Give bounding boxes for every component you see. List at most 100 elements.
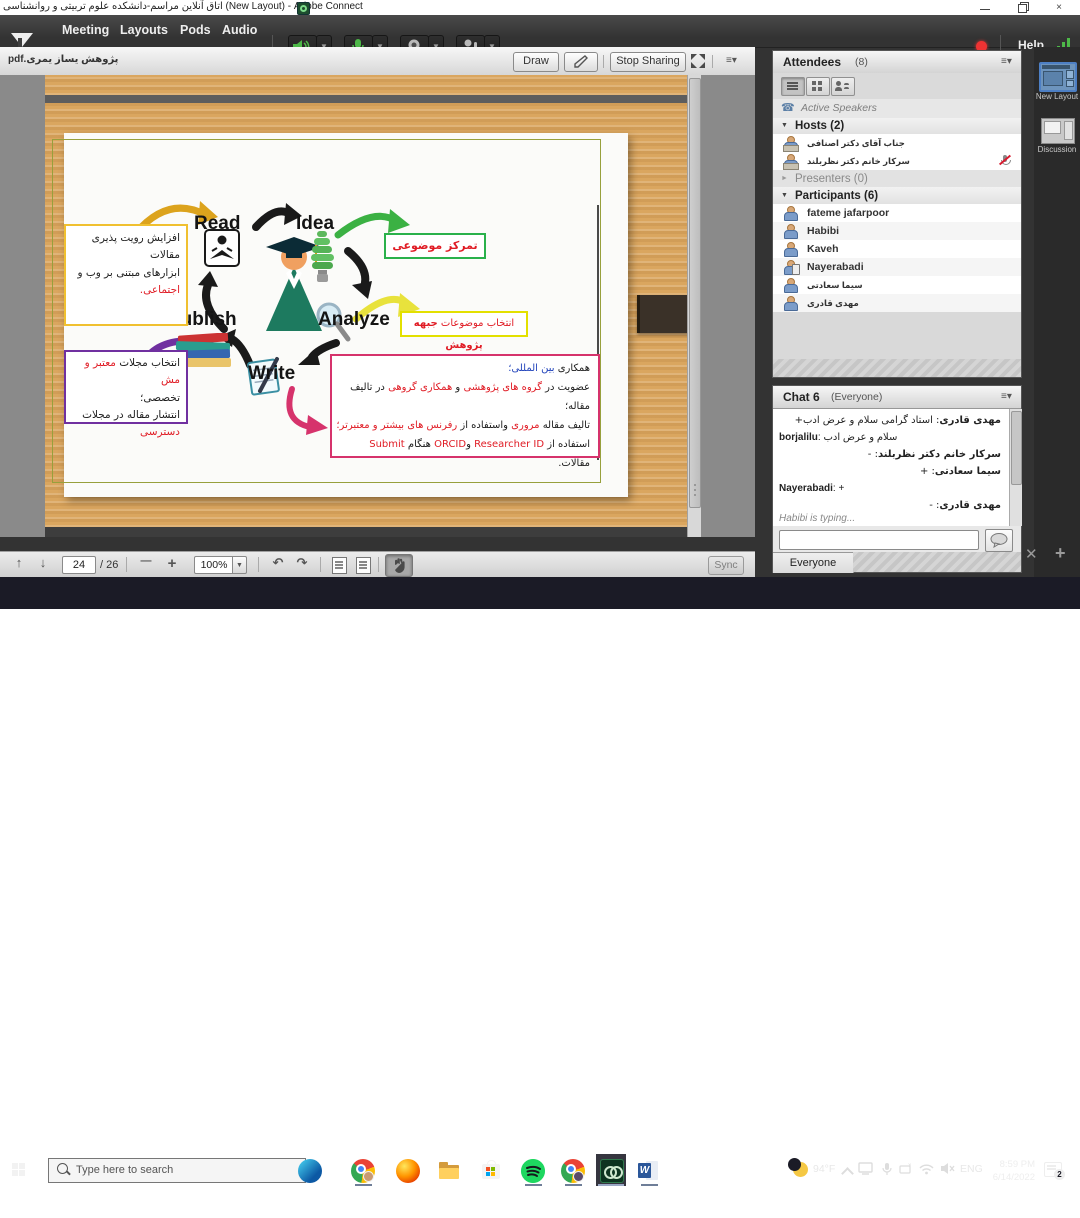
tray-microphone-icon[interactable]	[881, 1162, 893, 1181]
list-view-icon	[787, 82, 798, 84]
share-pod-header: پژوهش یساز یمری.pdf Draw Stop Sharing ≡▾	[0, 47, 755, 76]
svg-text:×: ×	[908, 1163, 912, 1169]
draw-button[interactable]: Draw	[513, 52, 559, 72]
chat-message: Nayerabadi: +	[779, 483, 1001, 494]
zoom-out-button[interactable]: —	[136, 555, 156, 574]
zoom-level-value[interactable]: 100%	[194, 556, 234, 574]
attendee-list-view-button[interactable]	[781, 77, 805, 96]
participant-name: سیما سعادتی	[807, 280, 863, 291]
rotate-left-button[interactable]: ↶	[268, 555, 288, 574]
fit-width-icon[interactable]	[356, 557, 371, 574]
chrome-profile-badge	[363, 1171, 374, 1182]
word-icon[interactable]: W	[637, 1159, 661, 1183]
chat-scrollbar-thumb[interactable]	[1011, 411, 1022, 485]
spotify-icon[interactable]	[521, 1159, 545, 1183]
participant-row[interactable]: fateme jafarpoor	[773, 204, 1021, 223]
chat-pod: Chat 6 (Everyone) ≡▾ مهدی قادری: استاد گ…	[772, 385, 1022, 573]
hosts-section-header[interactable]: ▼ Hosts (2)	[773, 118, 1021, 135]
collapse-icon[interactable]: ▼	[781, 122, 788, 129]
restore-button[interactable]	[1007, 2, 1037, 14]
wrench-icon[interactable]: ✕	[1025, 545, 1038, 563]
edge-icon[interactable]	[298, 1159, 322, 1183]
next-page-button[interactable]: ↓	[34, 555, 52, 574]
label-read: Read	[194, 213, 240, 235]
chrome-icon[interactable]	[351, 1159, 375, 1183]
share-vertical-scrollbar[interactable]	[687, 75, 701, 537]
connect-display-icon[interactable]	[858, 1162, 873, 1180]
idea-bulb-icon	[307, 229, 337, 287]
microsoft-store-icon[interactable]	[480, 1159, 504, 1183]
layout-thumbnail-discussion[interactable]	[1041, 118, 1075, 144]
adobe-connect-window: اتاق آنلاین مراسم-دانشکده علوم تربیتی و …	[0, 0, 1080, 609]
fullscreen-icon[interactable]	[691, 54, 705, 73]
share-pod-menu-icon[interactable]: ≡▾	[726, 55, 737, 66]
chat-tab-strip	[853, 552, 1021, 572]
pointer-tool-button[interactable]	[564, 52, 598, 72]
search-placeholder[interactable]: Type here to search	[76, 1164, 173, 1176]
visibility-box: افزایش رویت پذیری مقالات ابزارهای مبتنی …	[64, 224, 188, 326]
weather-moon-icon[interactable]	[793, 1162, 808, 1177]
taskbar-clock[interactable]: 8:59 PM 6/14/2022	[975, 1158, 1035, 1184]
menu-pods[interactable]: Pods	[180, 23, 211, 37]
show-hidden-icons-chevron[interactable]	[841, 1167, 854, 1180]
file-explorer-icon[interactable]	[438, 1159, 462, 1183]
chat-message-list[interactable]: مهدی قادری: استاد گرامی سلام و عرض ادب+ …	[773, 409, 1009, 526]
input-indicator-icon[interactable]: ×	[899, 1162, 913, 1180]
zoom-in-button[interactable]: +	[162, 555, 182, 574]
previous-page-button[interactable]: ↑	[10, 555, 28, 574]
rotate-right-button[interactable]: ↷	[292, 555, 312, 574]
attendee-grid-view-button[interactable]	[806, 77, 830, 96]
chat-scrollbar[interactable]	[1009, 409, 1022, 526]
fit-page-icon[interactable]	[332, 557, 347, 574]
share-vertical-scrollbar-thumb[interactable]	[689, 78, 701, 508]
wifi-icon[interactable]	[919, 1162, 934, 1180]
chat-tab-everyone[interactable]: Everyone	[773, 552, 854, 573]
layout-label-discussion: Discussion	[1034, 145, 1080, 154]
menu-audio[interactable]: Audio	[222, 23, 257, 37]
start-button[interactable]	[12, 1163, 26, 1177]
chrome-icon-2[interactable]	[561, 1159, 585, 1183]
label-write: Write	[248, 363, 295, 385]
zoom-dropdown-icon[interactable]: ▼	[232, 556, 247, 574]
participants-section-header[interactable]: ▼ Participants (6)	[773, 187, 1021, 205]
send-message-button[interactable]	[985, 529, 1013, 552]
participant-row[interactable]: Habibi	[773, 222, 1021, 241]
firefox-icon[interactable]	[396, 1159, 420, 1183]
host-row[interactable]: جناب آقای دکتر اصنافی	[773, 134, 1021, 153]
chat-pod-menu-icon[interactable]: ≡▾	[1001, 391, 1012, 402]
add-pod-icon[interactable]: +	[1055, 543, 1066, 564]
layout-thumbnail-new-layout[interactable]	[1039, 62, 1077, 92]
label-idea: Idea	[296, 213, 334, 235]
sync-button[interactable]: Sync	[708, 556, 744, 575]
volume-muted-icon[interactable]	[940, 1162, 955, 1180]
expand-icon[interactable]: ►	[781, 175, 788, 182]
stop-sharing-button[interactable]: Stop Sharing	[610, 52, 686, 72]
participant-row[interactable]: Kaveh	[773, 240, 1021, 259]
notification-badge: 2	[1054, 1169, 1065, 1180]
host-row[interactable]: سرکار خانم دکتر نظربلند	[773, 152, 1021, 171]
adobe-connect-icon[interactable]	[600, 1159, 624, 1183]
collapse-icon[interactable]: ▼	[781, 192, 788, 199]
chat-message: borjalilu: سلام و عرض ادب	[779, 432, 1001, 443]
menu-layouts[interactable]: Layouts	[120, 23, 168, 37]
temperature-label[interactable]: 94°F	[813, 1163, 835, 1175]
participant-row[interactable]: مهدی قادری	[773, 294, 1021, 313]
time-label: 8:59 PM	[975, 1158, 1035, 1171]
presenters-section-header[interactable]: ► Presenters (0)	[773, 170, 1021, 188]
attendees-pod: Attendees (8) ≡▾ ☎ Active Speakers ▼ Hos…	[772, 50, 1022, 378]
menu-meeting[interactable]: Meeting	[62, 23, 109, 37]
chat-input[interactable]	[779, 530, 979, 550]
menu-bar: Adobe Meeting Layouts Pods Audio ▼ ▼	[0, 15, 1080, 48]
participant-row[interactable]: سیما سعادتی	[773, 276, 1021, 295]
date-label: 6/14/2022	[975, 1171, 1035, 1184]
attendees-pod-menu-icon[interactable]: ≡▾	[1001, 56, 1012, 67]
participant-row[interactable]: Nayerabadi	[773, 258, 1021, 277]
minimize-button[interactable]	[970, 2, 1000, 14]
pan-tool-button[interactable]	[385, 554, 413, 577]
page-number-input[interactable]: 24	[62, 556, 96, 574]
close-button[interactable]: ×	[1044, 2, 1074, 14]
attendee-status-view-button[interactable]	[831, 77, 855, 96]
chat-message: سرکار خانم دکتر نظربلند: -	[779, 449, 1001, 460]
attendees-resize-handle[interactable]	[773, 359, 1021, 377]
pink-arrow	[282, 383, 332, 435]
